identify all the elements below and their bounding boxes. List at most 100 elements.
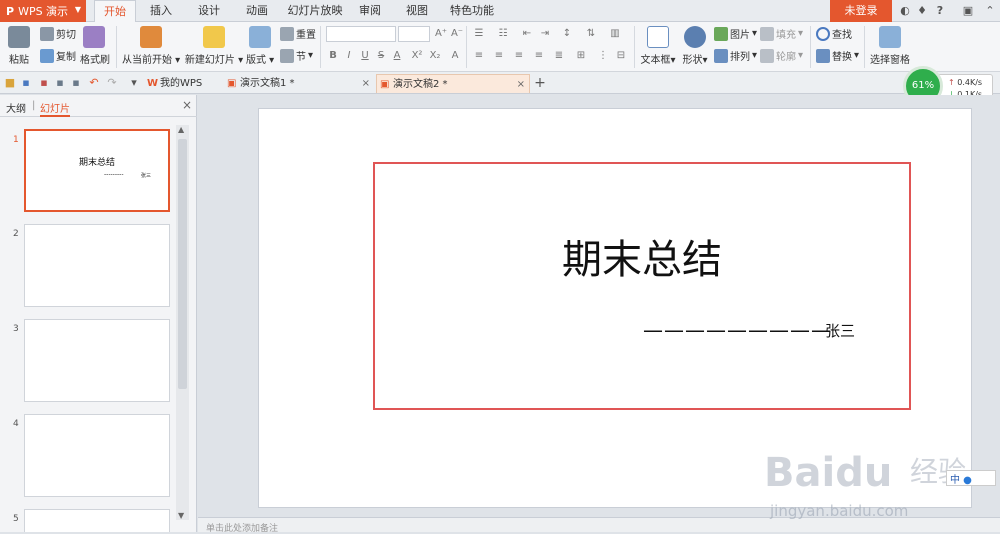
distribute-icon[interactable]: ≣ (552, 50, 566, 61)
underline-icon[interactable]: U (358, 50, 372, 61)
tab-special[interactable]: 特色功能 (446, 0, 498, 22)
text-direction-icon[interactable]: ⇅ (584, 28, 598, 39)
selection-pane-button[interactable]: 选择窗格 (868, 24, 912, 66)
pdf-icon[interactable]: ▪ (36, 75, 52, 91)
font-name-combo[interactable] (326, 26, 396, 42)
customize-toolbar-icon[interactable]: ▾ (126, 75, 142, 91)
panel-scrollbar[interactable]: ▲ ▼ (176, 125, 189, 520)
align-left-icon[interactable]: ≡ (472, 50, 486, 61)
doc-tab-my-wps[interactable]: W 我的WPS (144, 74, 224, 93)
paste-button[interactable]: 粘贴 (6, 24, 32, 66)
picture-button[interactable]: 图片 ▾ (714, 26, 757, 41)
skin-icon[interactable]: ◐ (897, 3, 913, 19)
replace-button[interactable]: 替换 ▾ (816, 48, 859, 63)
slide[interactable]: 期末总结 ————————— 张三 (258, 108, 972, 508)
tab-review[interactable]: 审阅 (350, 0, 390, 22)
columns-icon[interactable]: ▥ (608, 28, 622, 39)
scroll-up-icon[interactable]: ⌃ (982, 3, 998, 19)
selected-textbox-frame[interactable]: 期末总结 ————————— 张三 (373, 162, 911, 410)
print-icon[interactable]: ▪ (52, 75, 68, 91)
help-icon[interactable]: ? (932, 3, 948, 19)
section-button[interactable]: 节 ▾ (280, 48, 313, 63)
undo-icon[interactable]: ↶ (86, 75, 102, 91)
reset-button[interactable]: 重置 (280, 26, 316, 41)
layout-button[interactable]: 版式 ▾ (246, 24, 274, 66)
slide-thumbnail-2[interactable] (24, 224, 170, 307)
font-size-combo[interactable] (398, 26, 430, 42)
tab-start[interactable]: 开始 (94, 0, 136, 23)
cut-button[interactable]: 剪切 (40, 26, 76, 41)
scrollbar-thumb[interactable] (178, 139, 187, 389)
redo-icon[interactable]: ↷ (104, 75, 120, 91)
tab-slideshow[interactable]: 幻灯片放映 (284, 0, 346, 22)
indent-icon[interactable]: ⇥ (538, 28, 552, 39)
open-folder-icon[interactable]: ■ (2, 75, 18, 91)
slide-author[interactable]: 张三 (825, 320, 855, 341)
italic-icon[interactable]: I (342, 50, 356, 61)
textbox-button[interactable]: 文本框▾ (638, 24, 678, 66)
slide-title[interactable]: 期末总结 (375, 227, 909, 285)
scroll-up-arrow-icon[interactable]: ▲ (178, 125, 184, 134)
scroll-down-arrow-icon[interactable]: ▼ (178, 511, 184, 520)
vertical-align-icon[interactable]: ⊞ (574, 50, 588, 61)
subscript-icon[interactable]: X₂ (428, 50, 442, 61)
tab-animation[interactable]: 动画 (236, 0, 278, 22)
save-icon[interactable]: ▪ (18, 75, 34, 91)
shape-button[interactable]: 形状▾ (680, 24, 710, 66)
tab-insert[interactable]: 插入 (140, 0, 182, 22)
font-grow-icon[interactable]: A⁺ (434, 28, 448, 39)
paragraph-spacing-icon[interactable]: ⋮ (596, 50, 610, 61)
bullets-icon[interactable]: ☰ (472, 28, 486, 39)
strikethrough-icon[interactable]: S (374, 50, 388, 61)
smart-art-icon[interactable]: ⊟ (614, 50, 628, 61)
app-menu-button[interactable]: P WPS 演示 ▼ (0, 0, 86, 22)
fill-button[interactable]: 填充 ▾ (760, 26, 803, 41)
align-right-icon[interactable]: ≡ (512, 50, 526, 61)
close-icon[interactable]: × (182, 98, 192, 112)
slide-thumbnail-4[interactable] (24, 414, 170, 497)
picture-icon (714, 26, 728, 41)
arrange-button[interactable]: 排列 ▾ (714, 48, 757, 63)
login-button[interactable]: 未登录 (830, 0, 892, 22)
superscript-icon[interactable]: X² (410, 50, 424, 61)
copy-icon (40, 48, 54, 63)
justify-icon[interactable]: ≡ (532, 50, 546, 61)
new-slide-button[interactable]: 新建幻灯片 ▾ (184, 24, 244, 66)
copy-button[interactable]: 复制 (40, 48, 76, 63)
slide-number: 3 (13, 324, 19, 334)
doc-tab-presentation-1[interactable]: ▣ 演示文稿1 * × (224, 74, 374, 93)
slide-number: 4 (13, 419, 19, 429)
play-from-current-button[interactable]: 从当前开始 ▾ (122, 24, 180, 66)
tab-slides[interactable]: 幻灯片 (40, 100, 70, 117)
slide-thumbnail-5[interactable] (24, 509, 170, 532)
shirt-icon[interactable]: ♦ (914, 3, 930, 19)
slide-dash-line[interactable]: ————————— (643, 318, 832, 342)
chevron-down-icon: ▾ (172, 55, 181, 66)
doc-tab-presentation-2[interactable]: ▣ 演示文稿2 * × (376, 74, 530, 93)
font-color-icon[interactable]: A (390, 50, 404, 61)
tab-view[interactable]: 视图 (396, 0, 438, 22)
outline-button[interactable]: 轮廓 ▾ (760, 48, 803, 63)
new-tab-icon[interactable]: + (532, 75, 548, 91)
doc-tab-label: 演示文稿2 * (393, 79, 448, 90)
outdent-icon[interactable]: ⇤ (520, 28, 534, 39)
line-spacing-icon[interactable]: ↕ (560, 28, 574, 39)
close-icon[interactable]: × (362, 74, 370, 93)
slide-thumbnail-1[interactable]: 期末总结 --------- 张三 (24, 129, 170, 212)
align-center-icon[interactable]: ≡ (492, 50, 506, 61)
window-restore-icon[interactable]: ▣ (960, 3, 976, 19)
numbering-icon[interactable]: ☷ (496, 28, 510, 39)
brush-icon (83, 26, 105, 48)
tab-outline[interactable]: 大纲 (6, 100, 26, 115)
print-preview-icon[interactable]: ▪ (68, 75, 84, 91)
bold-icon[interactable]: B (326, 50, 340, 61)
reset-label: 重置 (296, 30, 316, 41)
find-button[interactable]: 查找 (816, 26, 852, 41)
close-icon[interactable]: × (517, 75, 525, 94)
slide-thumbnail-3[interactable] (24, 319, 170, 402)
notes-pane[interactable]: 单击此处添加备注 (198, 517, 1000, 534)
tab-design[interactable]: 设计 (188, 0, 230, 22)
font-shrink-icon[interactable]: A⁻ (450, 28, 464, 39)
clear-format-icon[interactable]: A (448, 50, 462, 61)
format-painter-button[interactable]: 格式刷 (80, 24, 110, 66)
